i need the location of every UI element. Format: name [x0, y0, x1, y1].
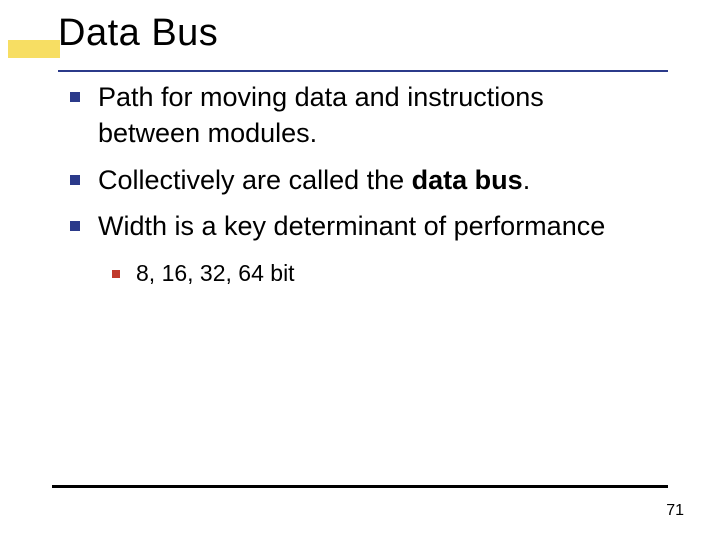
title-accent-box [8, 40, 60, 58]
bullet-list: Path for moving data and instructions be… [98, 79, 650, 289]
bullet-text-post: . [523, 165, 531, 195]
sub-bullet-list: 8, 16, 32, 64 bit [98, 259, 650, 289]
footer-rule [52, 485, 668, 488]
page-number: 71 [666, 502, 684, 520]
square-bullet-icon [70, 175, 80, 185]
slide-title-area: Data Bus [0, 0, 720, 55]
bullet-item: Collectively are called the data bus. [98, 162, 650, 198]
slide-body: Path for moving data and instructions be… [0, 55, 720, 289]
square-bullet-icon [70, 221, 80, 231]
bullet-text-bold: data bus [412, 165, 523, 195]
bullet-item: Path for moving data and instructions be… [98, 79, 650, 152]
bullet-text: Width is a key determinant of performanc… [98, 211, 605, 241]
square-bullet-icon [70, 92, 80, 102]
slide-title: Data Bus [58, 12, 720, 55]
square-bullet-icon [112, 270, 120, 278]
sub-bullet-item: 8, 16, 32, 64 bit [136, 259, 650, 289]
sub-bullet-text: 8, 16, 32, 64 bit [136, 260, 295, 286]
bullet-text: Path for moving data and instructions be… [98, 82, 544, 148]
bullet-text-pre: Collectively are called the [98, 165, 412, 195]
title-underline [58, 70, 668, 72]
bullet-item: Width is a key determinant of performanc… [98, 208, 650, 288]
